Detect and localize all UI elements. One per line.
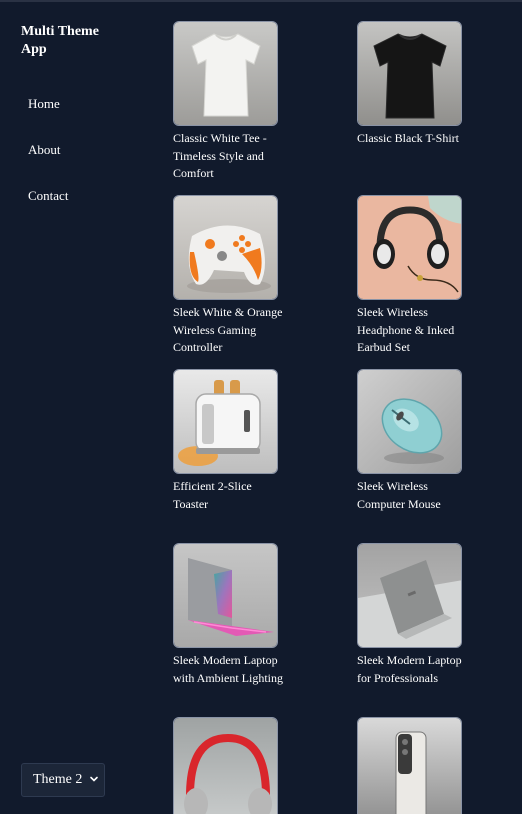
product-title: Sleek Wireless Computer Mouse — [357, 479, 441, 511]
product-title: Sleek Wireless Headphone & Inked Earbud … — [357, 305, 455, 354]
red-headphones-image — [173, 717, 278, 814]
laptop-ambient-image — [173, 543, 278, 648]
product-card[interactable]: Sleek Wireless Headphone & Inked Earbud … — [357, 195, 477, 357]
headphones-image — [357, 195, 462, 300]
product-card[interactable]: Sleek Wireless Computer Mouse — [357, 369, 477, 513]
product-card[interactable]: Sleek Modern Laptop for Professionals — [357, 543, 477, 687]
toaster-image — [173, 369, 278, 474]
product-title: Sleek Modern Laptop with Ambient Lightin… — [173, 653, 283, 685]
brand-title: Multi Theme App — [21, 24, 99, 57]
white-tshirt-image — [173, 21, 278, 126]
product-title: Efficient 2-Slice Toaster — [173, 479, 252, 511]
nav-item-about[interactable]: About — [28, 141, 68, 187]
product-title: Classic Black T-Shirt — [357, 131, 459, 145]
product-card[interactable]: Sleek Modern Laptop with Ambient Lightin… — [173, 543, 293, 687]
smartphone-image — [357, 717, 462, 814]
product-title: Sleek White & Orange Wireless Gaming Con… — [173, 305, 283, 354]
product-title: Sleek Modern Laptop for Professionals — [357, 653, 462, 685]
nav-item-contact[interactable]: Contact — [28, 187, 68, 233]
product-card[interactable]: Classic White Tee - Timeless Style and C… — [173, 21, 293, 183]
computer-mouse-image — [357, 369, 462, 474]
nav-item-home[interactable]: Home — [28, 95, 68, 141]
product-card[interactable]: Sleek White & Orange Wireless Gaming Con… — [173, 195, 293, 357]
product-title: Classic White Tee - Timeless Style and C… — [173, 131, 267, 180]
game-controller-image — [173, 195, 278, 300]
sidebar-nav: Home About Contact — [28, 95, 68, 233]
laptop-professional-image — [357, 543, 462, 648]
sidebar: Multi Theme App Home About Contact Theme… — [0, 2, 150, 814]
black-tshirt-image — [357, 21, 462, 126]
app-root: Multi Theme App Home About Contact Theme… — [0, 0, 522, 814]
product-card[interactable] — [357, 717, 477, 814]
theme-select[interactable]: Theme 2 — [21, 763, 105, 797]
theme-select-value: Theme 2 — [33, 772, 83, 787]
product-card[interactable]: Efficient 2-Slice Toaster — [173, 369, 293, 513]
chevron-down-icon — [90, 776, 98, 782]
product-card[interactable] — [173, 717, 293, 814]
product-card[interactable]: Classic Black T-Shirt — [357, 21, 477, 148]
